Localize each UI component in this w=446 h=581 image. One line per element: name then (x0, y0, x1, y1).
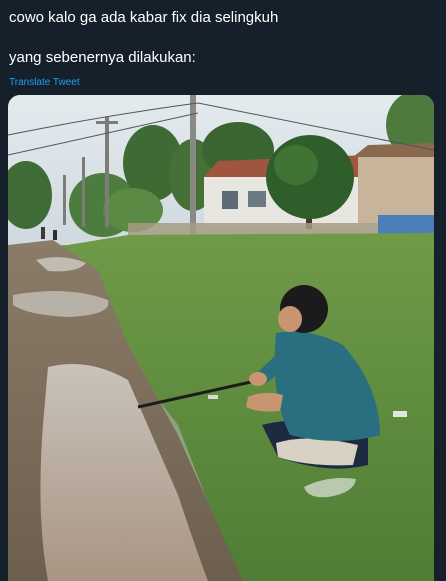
translate-tweet-link[interactable]: Translate Tweet (9, 77, 80, 89)
tweet-photo[interactable] (8, 95, 434, 581)
tweet: cowo kalo ga ada kabar fix dia selingkuh… (0, 0, 446, 581)
photo-illustration (8, 95, 434, 581)
tweet-text: cowo kalo ga ada kabar fix dia selingkuh… (9, 9, 279, 66)
